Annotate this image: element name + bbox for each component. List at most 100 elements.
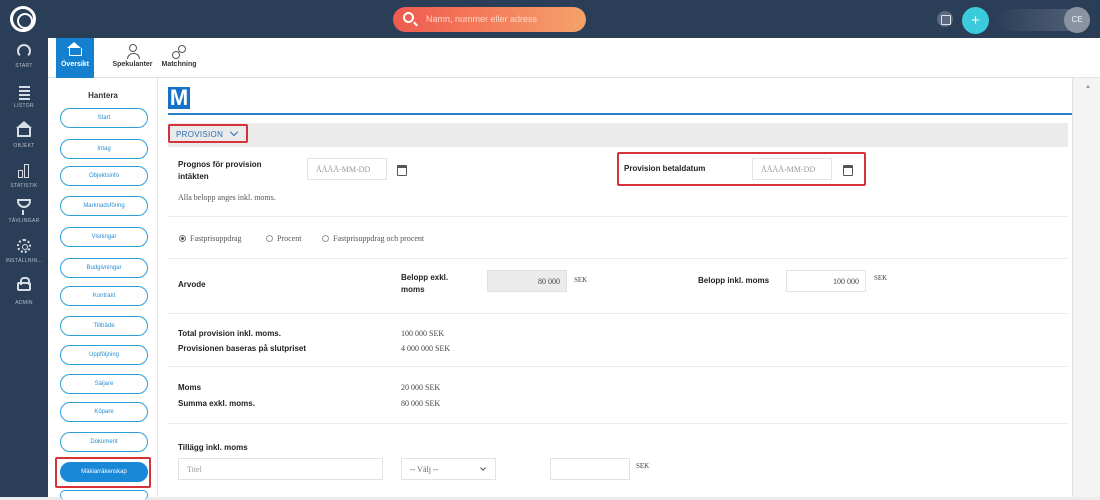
- hantera-budgivningar-button[interactable]: Budgivningar: [60, 258, 148, 278]
- date-placeholder: ÅÅÅÅ-MM-DD: [761, 165, 816, 174]
- nav-label: ADMIN: [15, 300, 33, 306]
- hantera-tilltrade-button[interactable]: Tillträde: [60, 316, 148, 336]
- user-icon: [127, 44, 140, 59]
- nav-item-objekt[interactable]: OBJEKT: [0, 120, 48, 158]
- date-placeholder: ÅÅÅÅ-MM-DD: [316, 165, 371, 174]
- nav-item-tavlingar[interactable]: TÄVLINGAR: [0, 195, 48, 233]
- tab-matchning[interactable]: Matchning: [158, 38, 200, 78]
- tab-label: Matchning: [161, 61, 197, 68]
- top-bar: Namn, nummer eller adress + CE: [0, 0, 1100, 38]
- nav-item-listor[interactable]: LISTOR: [0, 80, 48, 118]
- summa-exkl-value: 80 000 SEK: [401, 399, 441, 408]
- baseras-label: Provisionen baseras på slutpriset: [178, 344, 307, 353]
- provision-section-toggle[interactable]: PROVISION: [176, 130, 223, 139]
- hantera-visningar-button[interactable]: Visningar: [60, 227, 148, 247]
- lock-icon: [17, 277, 31, 291]
- nav-item-statistik[interactable]: STATISTIK: [0, 160, 48, 198]
- belopp-inkl-label: Belopp inkl. moms: [698, 276, 770, 285]
- divider: [168, 216, 1068, 217]
- total-provision-label: Total provision inkl. moms.: [178, 329, 281, 338]
- scrollbar[interactable]: [1072, 78, 1100, 497]
- tab-oversikt[interactable]: Översikt: [56, 38, 94, 78]
- belopp-exkl-label: Belopp exkl.: [401, 273, 449, 282]
- hantera-marknadsforing-button[interactable]: Marknadsföring: [60, 196, 148, 216]
- radio-procent[interactable]: [266, 235, 273, 242]
- bar-chart-icon: [17, 164, 31, 178]
- hantera-objektsinfo-button[interactable]: Objektsinfo: [60, 166, 148, 186]
- summa-exkl-label: Summa exkl. moms.: [178, 399, 255, 408]
- calendar-icon[interactable]: [937, 11, 953, 27]
- divider: [168, 423, 1068, 424]
- chevron-down-icon: [480, 465, 486, 471]
- sub-nav: Översikt Spekulanter Matchning: [48, 38, 1100, 78]
- betaldatum-date-field[interactable]: ÅÅÅÅ-MM-DD: [752, 158, 832, 180]
- hantera-maklarrakenskap-button[interactable]: Mäklarräkenskap: [60, 462, 148, 482]
- tillagg-amount-field[interactable]: [550, 458, 630, 480]
- divider: [168, 258, 1068, 259]
- calendar-icon[interactable]: [392, 159, 410, 179]
- nav-item-start[interactable]: START: [0, 40, 48, 78]
- trophy-icon: [17, 199, 31, 215]
- belopp-inkl-field[interactable]: 100 000: [786, 270, 866, 292]
- hantera-intag-button[interactable]: Intag: [60, 139, 148, 159]
- scroll-up-icon[interactable]: ▲: [1085, 84, 1091, 90]
- tillagg-label: Tillägg inkl. moms: [178, 443, 248, 452]
- belopp-exkl-label-2: moms: [401, 285, 425, 294]
- tillagg-select[interactable]: -- Välj --: [401, 458, 496, 480]
- logo-icon[interactable]: [10, 6, 36, 32]
- house-icon: [67, 42, 82, 56]
- avatar[interactable]: CE: [1064, 7, 1090, 33]
- hantera-sidebar: Hantera Start Intag Objektsinfo Marknads…: [48, 78, 158, 500]
- search-icon: [403, 12, 414, 23]
- select-value: -- Välj --: [410, 465, 439, 474]
- nav-label: TÄVLINGAR: [8, 218, 40, 224]
- currency-label: SEK: [874, 274, 888, 282]
- nav-label: OBJEKT: [13, 143, 35, 149]
- prognos-date-field[interactable]: ÅÅÅÅ-MM-DD: [307, 158, 387, 180]
- betaldatum-label: Provision betaldatum: [624, 164, 706, 173]
- house-icon: [16, 121, 32, 137]
- nav-label: STATISTIK: [10, 183, 38, 189]
- plus-icon[interactable]: +: [962, 7, 989, 34]
- arvode-label: Arvode: [178, 280, 206, 289]
- list-icon: [17, 84, 31, 98]
- belopp-exkl-value: 80 000: [538, 277, 560, 286]
- nav-item-installningar[interactable]: INSTÄLLNIN...: [0, 235, 48, 273]
- hantera-start-button[interactable]: Start: [60, 108, 148, 128]
- nav-label: LISTOR: [14, 103, 34, 109]
- currency-label: SEK: [574, 276, 588, 284]
- hantera-saljare-button[interactable]: Säljare: [60, 374, 148, 394]
- total-provision-value: 100 000 SEK: [401, 329, 445, 338]
- radio-fastpris-och-procent[interactable]: [322, 235, 329, 242]
- tab-spekulanter[interactable]: Spekulanter: [110, 38, 155, 78]
- search-input[interactable]: Namn, nummer eller adress: [393, 7, 586, 32]
- left-nav: START LISTOR OBJEKT STATISTIK TÄVLINGAR …: [0, 38, 48, 497]
- hantera-dokument-button[interactable]: Dokument: [60, 432, 148, 452]
- gauge-icon: [17, 44, 31, 58]
- hantera-uppfoljning-button[interactable]: Uppföljning: [60, 345, 148, 365]
- nav-item-admin[interactable]: ADMIN: [0, 272, 48, 310]
- baseras-value: 4 000 000 SEK: [401, 344, 451, 353]
- radio-label: Fastprisuppdrag och procent: [333, 234, 425, 243]
- moms-label: Moms: [178, 383, 202, 392]
- hantera-more-button[interactable]: [60, 490, 148, 500]
- currency-label: SEK: [636, 462, 650, 470]
- search-placeholder: Namn, nummer eller adress: [426, 14, 538, 24]
- tab-label: Översikt: [60, 61, 90, 68]
- radio-label: Procent: [277, 234, 302, 243]
- hantera-kontrakt-button[interactable]: Kontrakt: [60, 286, 148, 306]
- hantera-kopare-button[interactable]: Köpare: [60, 402, 148, 422]
- titel-placeholder: Titel: [187, 465, 202, 474]
- radio-fastprisuppdrag[interactable]: [179, 235, 186, 242]
- moms-value: 20 000 SEK: [401, 383, 441, 392]
- section-header: [168, 123, 1068, 147]
- belopp-inkl-value: 100 000: [833, 277, 859, 286]
- amounts-note: Alla belopp anges inkl. moms.: [178, 193, 276, 202]
- tillagg-titel-field[interactable]: Titel: [178, 458, 383, 480]
- divider: [168, 366, 1068, 367]
- link-icon: [172, 44, 186, 59]
- calendar-icon[interactable]: [838, 159, 856, 179]
- nav-label: INSTÄLLNIN...: [5, 258, 43, 264]
- nav-label: START: [15, 63, 33, 69]
- hantera-title: Hantera: [88, 91, 118, 100]
